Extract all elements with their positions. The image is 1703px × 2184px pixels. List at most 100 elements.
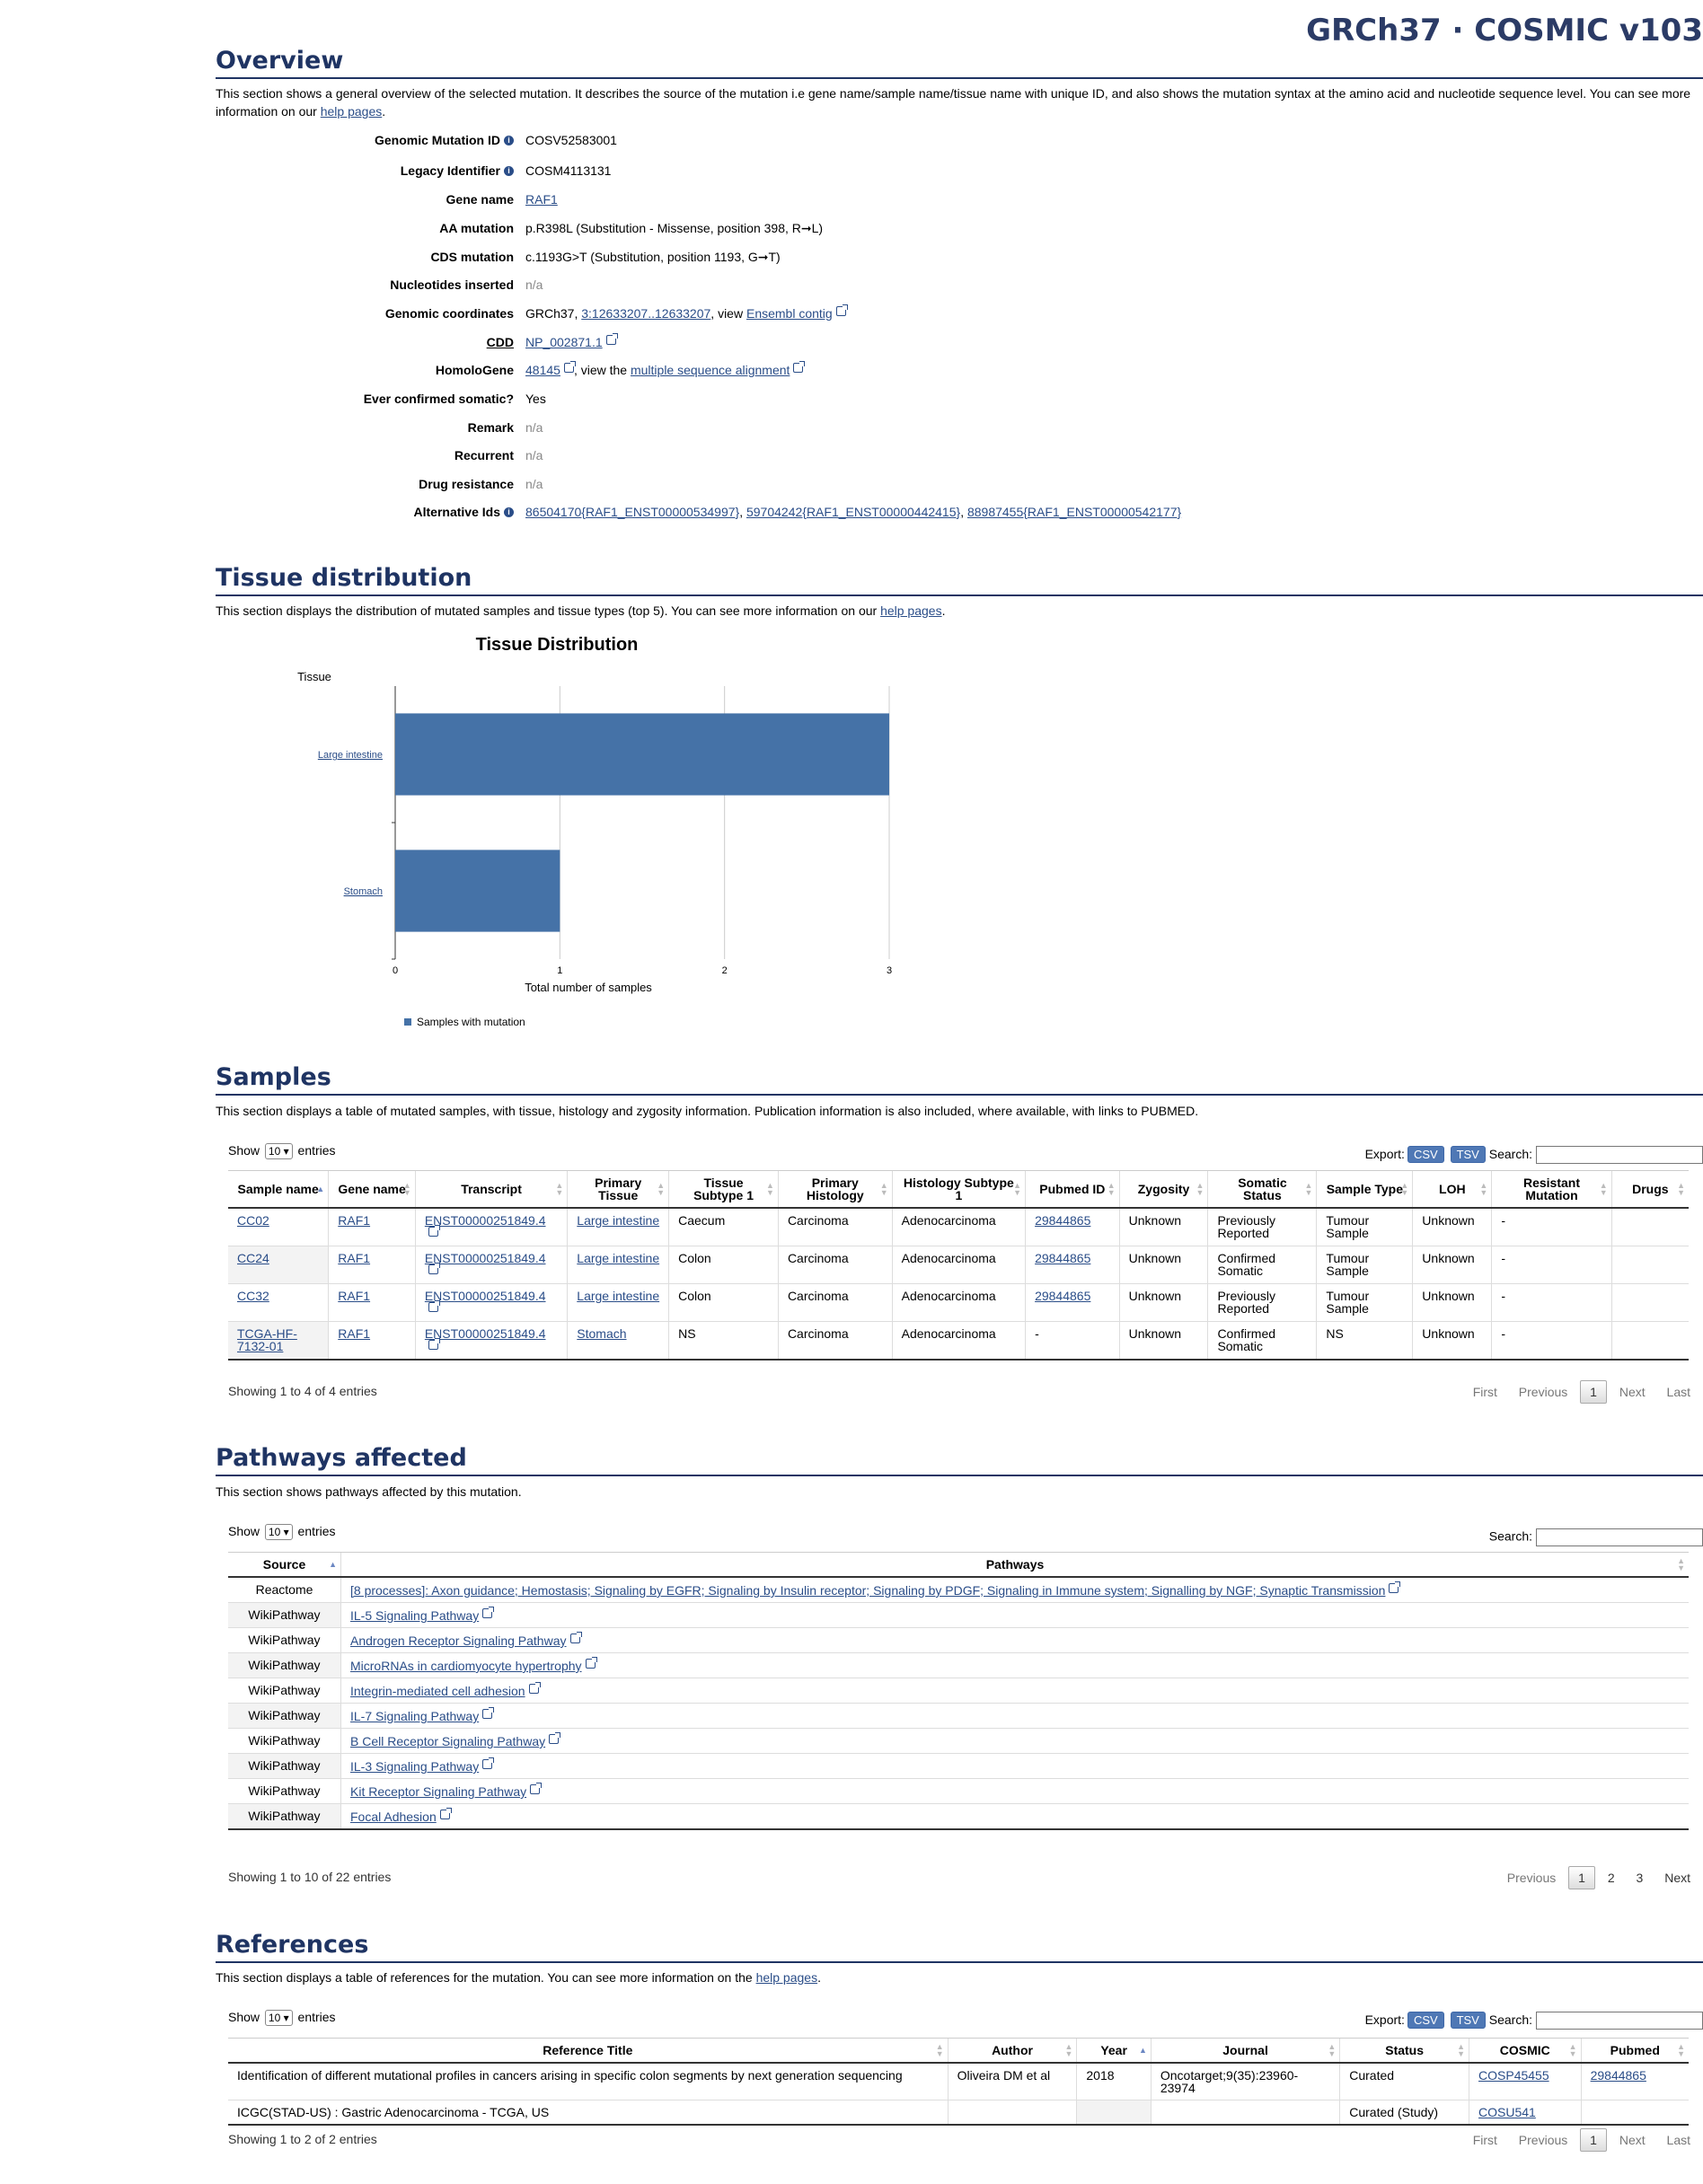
category-label[interactable]: Large intestine	[318, 750, 383, 761]
entries-select[interactable]: 10 ▾	[264, 1524, 293, 1540]
gene-link[interactable]: RAF1	[525, 192, 558, 207]
column-header[interactable]: Primary Tissue ▲ ▼	[567, 1170, 669, 1209]
column-header[interactable]: Histology Subtype 1 ▲ ▼	[891, 1170, 1026, 1209]
entries-select[interactable]: 10 ▾	[264, 2010, 293, 2026]
info-icon[interactable]: i	[504, 507, 514, 517]
ensembl-link[interactable]: Ensembl contig	[746, 306, 833, 321]
page-button[interactable]: 1	[1580, 2128, 1607, 2152]
column-header[interactable]: Primary Histology ▲ ▼	[777, 1170, 893, 1209]
column-header[interactable]: Year ▲	[1076, 2038, 1152, 2064]
export-csv-button[interactable]: CSV	[1407, 2012, 1444, 2029]
cell-link[interactable]: B Cell Receptor Signaling Pathway	[350, 1734, 545, 1748]
cell-link[interactable]: Stomach	[577, 1326, 626, 1341]
column-header[interactable]: Tissue Subtype 1 ▲ ▼	[668, 1170, 779, 1209]
previous-page-button[interactable]: Previous	[1510, 1381, 1576, 1403]
cell-link[interactable]: COSP45455	[1478, 2068, 1549, 2083]
cell-link[interactable]: Large intestine	[577, 1289, 659, 1303]
cell-link[interactable]: [8 processes]: Axon guidance; Hemostasis…	[350, 1583, 1385, 1598]
cell-link[interactable]: 29844865	[1591, 2068, 1646, 2083]
tissue-help-link[interactable]: help pages	[880, 603, 942, 618]
next-page-button[interactable]: Next	[1610, 1381, 1654, 1403]
cell-link[interactable]: ENST00000251849.4	[425, 1251, 546, 1265]
cell-link[interactable]: IL-7 Signaling Pathway	[350, 1709, 479, 1723]
cell-link[interactable]: CC02	[237, 1213, 269, 1228]
cell-link[interactable]: 29844865	[1035, 1289, 1090, 1303]
column-header[interactable]: Resistant Mutation ▲ ▼	[1491, 1170, 1612, 1209]
cell-link[interactable]: ENST00000251849.4	[425, 1289, 546, 1303]
next-page-button[interactable]: Next	[1610, 2129, 1654, 2151]
page-button[interactable]: 2	[1599, 1867, 1624, 1889]
info-icon[interactable]: i	[504, 136, 514, 145]
cell-link[interactable]: Kit Receptor Signaling Pathway	[350, 1784, 526, 1799]
column-header[interactable]: Sample name ▲	[228, 1170, 329, 1209]
info-icon[interactable]: i	[504, 166, 514, 176]
coordinates-link[interactable]: 3:12633207..12633207	[581, 306, 710, 321]
cell-link[interactable]: Large intestine	[577, 1251, 659, 1265]
export-tsv-button[interactable]: TSV	[1450, 2012, 1486, 2029]
last-page-button[interactable]: Last	[1658, 1381, 1699, 1403]
references-search-input[interactable]	[1536, 2012, 1703, 2030]
references-help-link[interactable]: help pages	[756, 1970, 818, 1985]
cell-link[interactable]: Androgen Receptor Signaling Pathway	[350, 1634, 567, 1648]
page-button[interactable]: 3	[1628, 1867, 1653, 1889]
cell-link[interactable]: ENST00000251849.4	[425, 1213, 546, 1228]
first-page-button[interactable]: First	[1464, 2129, 1506, 2151]
homologene-link[interactable]: 48145	[525, 363, 560, 377]
page-button[interactable]: 1	[1580, 1380, 1607, 1404]
column-header[interactable]: Journal ▲ ▼	[1150, 2038, 1340, 2064]
cell-link[interactable]: 29844865	[1035, 1213, 1090, 1228]
column-header[interactable]: LOH ▲ ▼	[1412, 1170, 1492, 1209]
cell-link[interactable]: IL-5 Signaling Pathway	[350, 1608, 479, 1623]
pathways-search-input[interactable]	[1536, 1528, 1703, 1546]
cell-link[interactable]: TCGA-HF-7132-01	[237, 1326, 297, 1353]
cdd-link[interactable]: NP_002871.1	[525, 335, 603, 349]
cell-text: Reactome	[255, 1582, 313, 1597]
cell-link[interactable]: 29844865	[1035, 1251, 1090, 1265]
column-header[interactable]: COSMIC ▲ ▼	[1469, 2038, 1582, 2064]
column-header[interactable]: Author ▲ ▼	[947, 2038, 1077, 2064]
cell-link[interactable]: MicroRNAs in cardiomyocyte hypertrophy	[350, 1659, 582, 1673]
column-header[interactable]: Pathways ▲ ▼	[340, 1552, 1689, 1578]
external-link-icon	[585, 1657, 597, 1669]
overview-help-link[interactable]: help pages	[321, 104, 383, 119]
cell-link[interactable]: CC24	[237, 1251, 269, 1265]
column-header[interactable]: Status ▲ ▼	[1339, 2038, 1469, 2064]
legend-swatch	[404, 1018, 411, 1026]
page-button[interactable]: 1	[1568, 1866, 1595, 1889]
column-header[interactable]: Sample Type ▲ ▼	[1316, 1170, 1413, 1209]
export-tsv-button[interactable]: TSV	[1450, 1146, 1486, 1163]
cell-link[interactable]: RAF1	[338, 1213, 370, 1228]
first-page-button[interactable]: First	[1464, 1381, 1506, 1403]
column-header[interactable]: Pubmed ▲ ▼	[1580, 2038, 1689, 2064]
column-header[interactable]: Source ▲	[228, 1552, 341, 1578]
cell-link[interactable]: Large intestine	[577, 1213, 659, 1228]
cell-link[interactable]: ENST00000251849.4	[425, 1326, 546, 1341]
column-header[interactable]: Gene name ▲ ▼	[328, 1170, 416, 1209]
entries-select[interactable]: 10 ▾	[264, 1143, 293, 1159]
column-header[interactable]: Pubmed ID ▲ ▼	[1025, 1170, 1120, 1209]
next-page-button[interactable]: Next	[1655, 1867, 1699, 1889]
cell-link[interactable]: RAF1	[338, 1289, 370, 1303]
column-header[interactable]: Somatic Status ▲ ▼	[1207, 1170, 1317, 1209]
cell-link[interactable]: RAF1	[338, 1251, 370, 1265]
category-label[interactable]: Stomach	[344, 886, 383, 897]
msa-link[interactable]: multiple sequence alignment	[631, 363, 790, 377]
cell-link[interactable]: IL-3 Signaling Pathway	[350, 1759, 479, 1774]
alt-id-link[interactable]: 88987455{RAF1_ENST00000542177}	[967, 505, 1181, 519]
column-header[interactable]: Transcript ▲ ▼	[414, 1170, 568, 1209]
column-header[interactable]: Drugs ▲ ▼	[1610, 1170, 1689, 1209]
cell-link[interactable]: Integrin-mediated cell adhesion	[350, 1684, 525, 1698]
cell-link[interactable]: COSU541	[1478, 2105, 1536, 2119]
cell-link[interactable]: CC32	[237, 1289, 269, 1303]
export-csv-button[interactable]: CSV	[1407, 1146, 1444, 1163]
column-header[interactable]: Reference Title ▲ ▼	[228, 2038, 949, 2064]
alt-id-link[interactable]: 86504170{RAF1_ENST00000534997}	[525, 505, 739, 519]
column-header[interactable]: Zygosity ▲ ▼	[1118, 1170, 1208, 1209]
alt-id-link[interactable]: 59704242{RAF1_ENST00000442415}	[746, 505, 960, 519]
cell-link[interactable]: Focal Adhesion	[350, 1810, 437, 1824]
last-page-button[interactable]: Last	[1658, 2129, 1699, 2151]
previous-page-button[interactable]: Previous	[1510, 2129, 1576, 2151]
cell-link[interactable]: RAF1	[338, 1326, 370, 1341]
samples-search-input[interactable]	[1536, 1146, 1703, 1165]
previous-page-button[interactable]: Previous	[1498, 1867, 1565, 1889]
